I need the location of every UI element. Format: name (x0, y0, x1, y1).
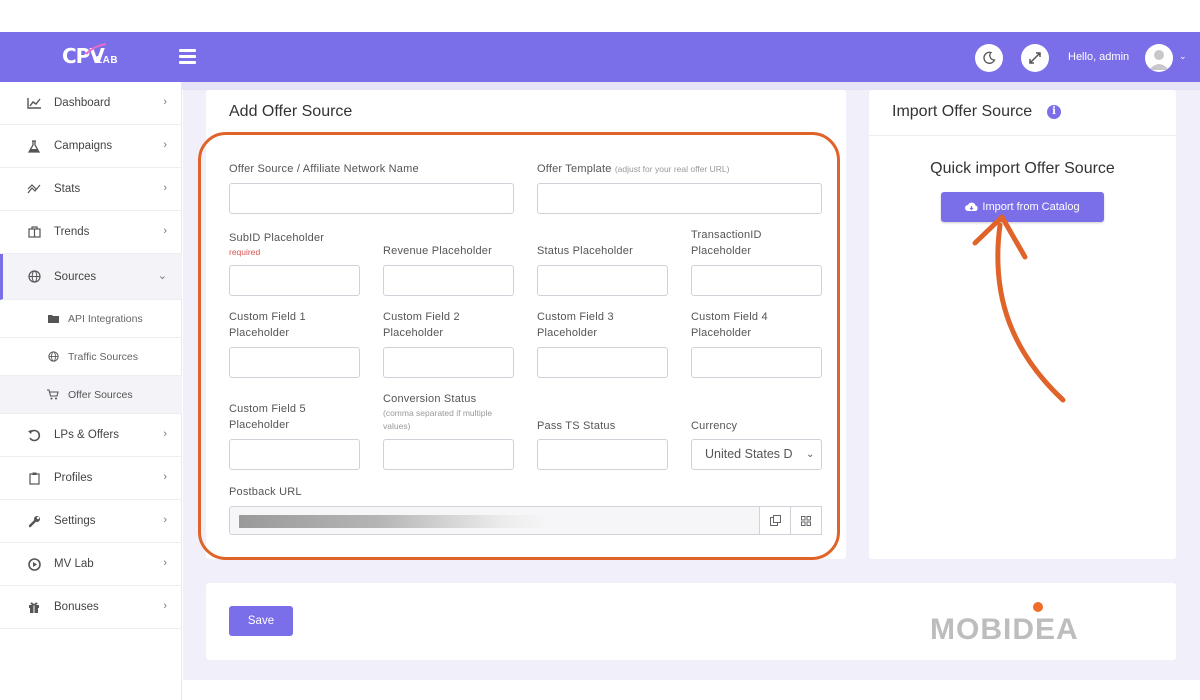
cart-icon (46, 389, 60, 401)
card-divider (869, 135, 1176, 136)
sidebar-subitem-label: API Integrations (68, 312, 143, 325)
logo-subtext: LAB (96, 55, 119, 66)
sidebar-item-dashboard[interactable]: Dashboard › (0, 82, 182, 125)
sidebar-item-label: LPs & Offers (54, 429, 119, 441)
clipboard-icon (25, 471, 43, 485)
dark-mode-button[interactable] (975, 44, 1003, 72)
user-greeting: Hello, admin (1068, 51, 1130, 63)
sidebar-item-sources[interactable]: Sources ⌄ (0, 254, 182, 300)
sidebar-item-label: Trends (54, 226, 90, 238)
fullscreen-button[interactable] (1021, 44, 1049, 72)
sidebar-item-stats[interactable]: Stats › (0, 168, 182, 211)
sidebar-subitem-api-integrations[interactable]: API Integrations (0, 300, 182, 338)
sidebar-item-label: Profiles (54, 472, 93, 484)
sidebar-item-profiles[interactable]: Profiles › (0, 457, 182, 500)
sidebar-subitem-label: Traffic Sources (68, 350, 139, 363)
info-icon[interactable]: i (1047, 105, 1061, 119)
chevron-right-icon: › (163, 514, 167, 526)
sidebar-subitem-offer-sources[interactable]: Offer Sources (0, 376, 182, 414)
menu-toggle-icon[interactable] (179, 49, 196, 64)
gift-icon (25, 600, 43, 614)
stats-icon (25, 182, 43, 196)
sidebar-item-label: Dashboard (54, 97, 111, 109)
sidebar-item-bonuses[interactable]: Bonuses › (0, 586, 182, 629)
quick-import-heading: Quick import Offer Source (930, 160, 1115, 177)
form-highlight-outline (198, 132, 840, 560)
chevron-right-icon: › (163, 139, 167, 151)
sidebar-item-label: Bonuses (54, 601, 99, 613)
logo-swoosh-icon (85, 43, 107, 55)
mobidea-logo-dot (1033, 602, 1043, 612)
sidebar-item-label: Sources (54, 270, 97, 283)
page-title: Add Offer Source (229, 103, 353, 120)
globe-icon (25, 270, 43, 284)
mvlab-icon (25, 557, 43, 571)
sidebar-subitem-label: Offer Sources (68, 388, 133, 401)
mobidea-logo: MOBIDEA (930, 613, 1079, 646)
chevron-down-icon: ⌄ (157, 270, 167, 282)
sidebar-item-label: Stats (54, 183, 81, 195)
chevron-right-icon: › (163, 471, 167, 483)
chevron-right-icon: › (163, 428, 167, 440)
sidebar-item-settings[interactable]: Settings › (0, 500, 182, 543)
chart-line-icon (25, 96, 43, 110)
moon-icon (983, 51, 996, 64)
app-logo[interactable]: CPV LAB (62, 42, 132, 72)
sidebar-item-label: MV Lab (54, 558, 94, 570)
user-avatar[interactable] (1145, 44, 1173, 72)
sidebar-item-trends[interactable]: Trends › (0, 211, 182, 254)
import-card-title: Import Offer Source (892, 103, 1033, 120)
globe-icon (46, 351, 60, 363)
sidebar-subitem-traffic-sources[interactable]: Traffic Sources (0, 338, 182, 376)
wrench-icon (25, 514, 43, 528)
save-button-label: Save (247, 615, 275, 627)
sidebar-item-mv-lab[interactable]: MV Lab › (0, 543, 182, 586)
sidebar-item-lps-offers[interactable]: LPs & Offers › (0, 414, 182, 457)
chevron-down-icon[interactable]: ⌄ (1179, 51, 1187, 62)
sidebar-item-label: Settings (54, 515, 96, 527)
chevron-right-icon: › (163, 557, 167, 569)
lps-icon (25, 428, 43, 442)
chevron-right-icon: › (163, 600, 167, 612)
chevron-right-icon: › (163, 96, 167, 108)
folder-icon (46, 313, 60, 325)
user-icon (1149, 50, 1169, 70)
flask-icon (25, 139, 43, 153)
expand-icon (1029, 52, 1041, 64)
save-button[interactable]: Save (229, 606, 293, 636)
annotation-arrow-icon (972, 214, 1066, 403)
chevron-right-icon: › (163, 182, 167, 194)
trends-icon (25, 225, 43, 239)
sidebar-item-label: Campaigns (54, 140, 113, 152)
sidebar-item-campaigns[interactable]: Campaigns › (0, 125, 182, 168)
chevron-right-icon: › (163, 225, 167, 237)
